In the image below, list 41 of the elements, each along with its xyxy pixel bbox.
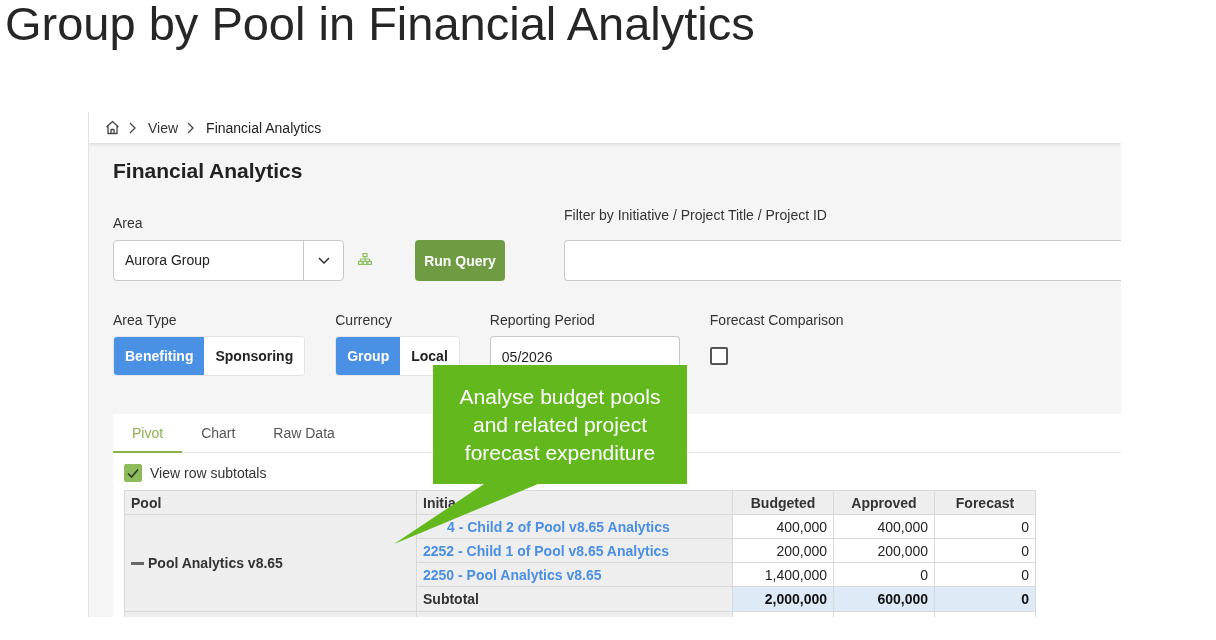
table-cell: 200,000 bbox=[833, 538, 935, 563]
table-cell: 200,000 bbox=[732, 538, 834, 563]
period-input[interactable]: 05/2026 bbox=[489, 336, 680, 365]
field-label: Filter by Initiative / Project Title / Project ID bbox=[564, 207, 828, 224]
table-cell: 600,000 bbox=[833, 586, 935, 612]
table-cell: Subtotal bbox=[416, 586, 733, 612]
checkbox[interactable] bbox=[709, 347, 728, 365]
home-icon[interactable] bbox=[105, 120, 120, 135]
breadcrumb-link[interactable]: Financial Analytics bbox=[206, 119, 322, 136]
chevron-right-icon bbox=[187, 121, 195, 134]
table-cell: 0 bbox=[934, 562, 1036, 587]
tab[interactable]: Raw Data bbox=[254, 414, 354, 453]
field-label: Area Type bbox=[113, 312, 178, 329]
page-title: Financial Analytics bbox=[113, 158, 304, 184]
column-header: Forecast bbox=[934, 490, 1036, 515]
checkbox[interactable] bbox=[124, 464, 142, 482]
table-cell: 400,000 bbox=[833, 514, 935, 539]
pool-name: Pool Analytics v8.65 bbox=[148, 555, 283, 571]
area-select[interactable]: Aurora Group bbox=[113, 240, 344, 281]
field-label: Forecast Comparison bbox=[709, 312, 844, 329]
table-cell: 0 bbox=[934, 586, 1036, 612]
field-label: Area bbox=[113, 215, 144, 232]
table-cell: 400,000 bbox=[732, 514, 834, 539]
field-label: Currency bbox=[335, 312, 394, 329]
table-cell: 0 bbox=[934, 514, 1036, 539]
filter-input[interactable] bbox=[564, 240, 1121, 281]
table-cell: 1,400,000 bbox=[732, 562, 834, 587]
field-label: Reporting Period bbox=[489, 312, 596, 329]
column-header: Approved bbox=[833, 490, 935, 515]
chevron-right-icon bbox=[129, 121, 136, 134]
callout-text: Analyse budget pools and related project forecast expenditure bbox=[458, 383, 662, 466]
table-cell: 0 bbox=[833, 562, 935, 587]
chevron-down-icon bbox=[317, 257, 330, 264]
checkbox-label: View row subtotals bbox=[150, 465, 267, 481]
breadcrumb-link[interactable]: View bbox=[148, 119, 179, 136]
column-header: Budgeted bbox=[732, 490, 834, 515]
table-cell: 2,000,000 bbox=[732, 586, 834, 612]
tab[interactable]: Chart bbox=[182, 414, 255, 453]
column-header: Pool bbox=[124, 490, 417, 515]
slide-title: Group by Pool in Financial Analytics bbox=[4, 0, 756, 48]
table-cell: 0 bbox=[934, 538, 1036, 563]
